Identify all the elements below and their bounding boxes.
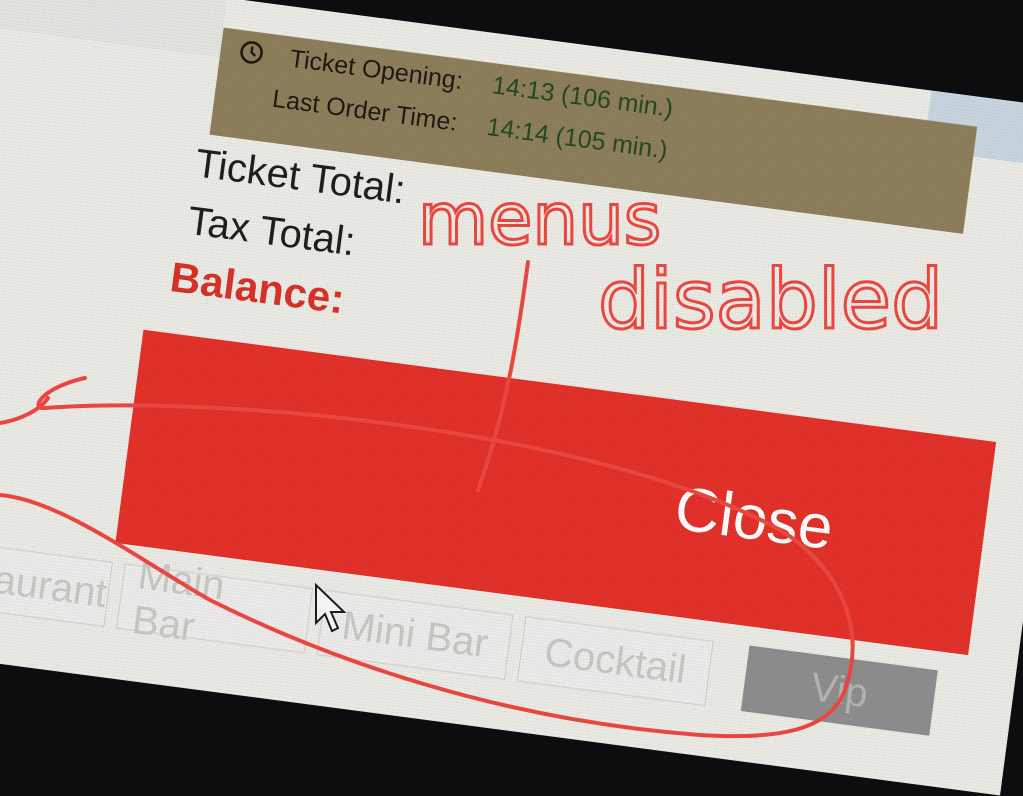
top-left-area [0, 0, 228, 58]
balance-label: Balance: [167, 253, 348, 323]
tax-total-label: Tax Total: [185, 198, 358, 265]
close-button-label: Close [670, 473, 838, 564]
mouse-cursor-icon [315, 583, 347, 633]
last-order-value: 14:14 (105 min.) [485, 112, 670, 165]
menu-tab-main-bar[interactable]: Main Bar [116, 553, 314, 654]
pos-screen: Ticket Opening:14:13 (106 min.) Last Ord… [0, 0, 1023, 796]
menu-tab-cocktail[interactable]: Cocktail [516, 616, 714, 707]
menu-tab-vip[interactable]: Vip [740, 645, 938, 736]
menu-tab-restaurant[interactable]: Restaurant [0, 535, 113, 628]
